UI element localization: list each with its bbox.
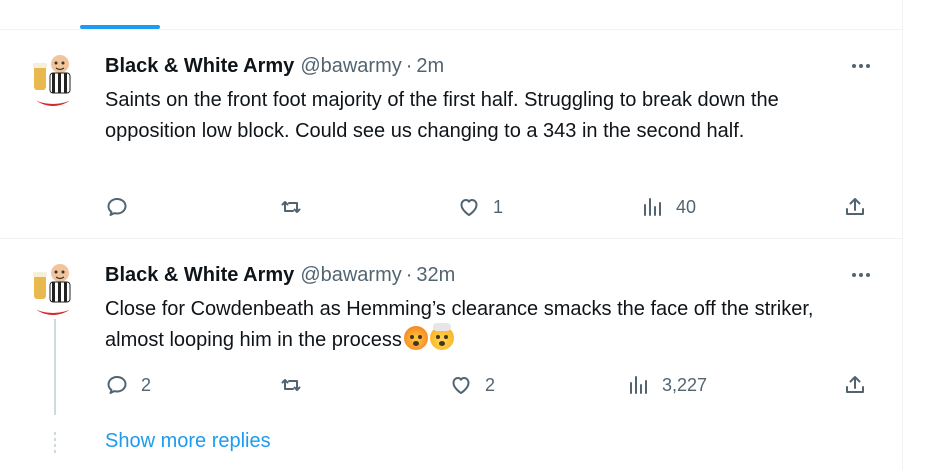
retweet-button[interactable]	[279, 368, 315, 402]
share-button[interactable]	[843, 190, 867, 224]
reply-count: 2	[141, 374, 152, 395]
timeline-right-border	[902, 0, 903, 470]
tweet-text-container: Close for Cowdenbeath as Hemming’s clear…	[105, 294, 875, 356]
view-count: 40	[676, 196, 697, 217]
separator-dot: ·	[405, 263, 413, 286]
tweet-header: Black & White Army @bawarmy · 2m	[105, 54, 444, 78]
tweet-text: Saints on the front foot majority of the…	[105, 89, 779, 142]
heart-icon	[460, 199, 478, 216]
views-button[interactable]: 40	[640, 190, 696, 224]
author-handle[interactable]: @bawarmy	[300, 264, 401, 287]
author-name[interactable]: Black & White Army	[105, 264, 294, 287]
exploding-head-emoji	[429, 323, 454, 350]
author-name[interactable]: Black & White Army	[105, 55, 294, 78]
analytics-icon	[630, 376, 647, 394]
more-options-button[interactable]	[846, 54, 876, 78]
hot-face-emoji	[403, 326, 428, 350]
separator-dot: ·	[405, 54, 413, 77]
more-icon	[852, 64, 870, 68]
more-icon	[852, 273, 870, 277]
thread-dots	[54, 432, 56, 454]
share-icon	[846, 376, 864, 393]
show-more-replies-link[interactable]: Show more replies	[105, 430, 271, 453]
retweet-icon	[281, 201, 301, 213]
like-button[interactable]: 2	[449, 368, 495, 402]
analytics-icon	[644, 198, 661, 216]
share-button[interactable]	[843, 368, 867, 402]
tweet-header: Black & White Army @bawarmy · 32m	[105, 263, 455, 287]
avatar[interactable]	[24, 48, 82, 106]
tweet[interactable]: Black & White Army @bawarmy · 2m Saints …	[0, 30, 902, 239]
reply-button[interactable]: 2	[105, 368, 151, 402]
avatar[interactable]	[24, 257, 82, 315]
like-count: 1	[493, 196, 504, 217]
tweet-text: Close for Cowdenbeath as Hemming’s clear…	[105, 298, 814, 351]
tweet-actions: 2 2 3,227	[0, 368, 902, 402]
more-options-button[interactable]	[846, 263, 876, 287]
author-handle[interactable]: @bawarmy	[300, 55, 401, 78]
tweet[interactable]: Black & White Army @bawarmy · 32m Close …	[0, 239, 902, 419]
retweet-button[interactable]	[279, 190, 315, 224]
reply-icon	[107, 198, 127, 216]
timestamp[interactable]: 32m	[416, 264, 455, 287]
heart-icon	[452, 377, 470, 394]
reply-icon	[107, 376, 127, 394]
tweet-actions: 1 40	[0, 190, 902, 224]
retweet-icon	[281, 379, 301, 391]
timestamp[interactable]: 2m	[416, 55, 444, 78]
share-icon	[846, 198, 864, 215]
like-count: 2	[485, 374, 496, 395]
like-button[interactable]: 1	[457, 190, 503, 224]
view-count: 3,227	[662, 374, 708, 395]
views-button[interactable]: 3,227	[626, 368, 707, 402]
reply-button[interactable]	[105, 190, 141, 224]
